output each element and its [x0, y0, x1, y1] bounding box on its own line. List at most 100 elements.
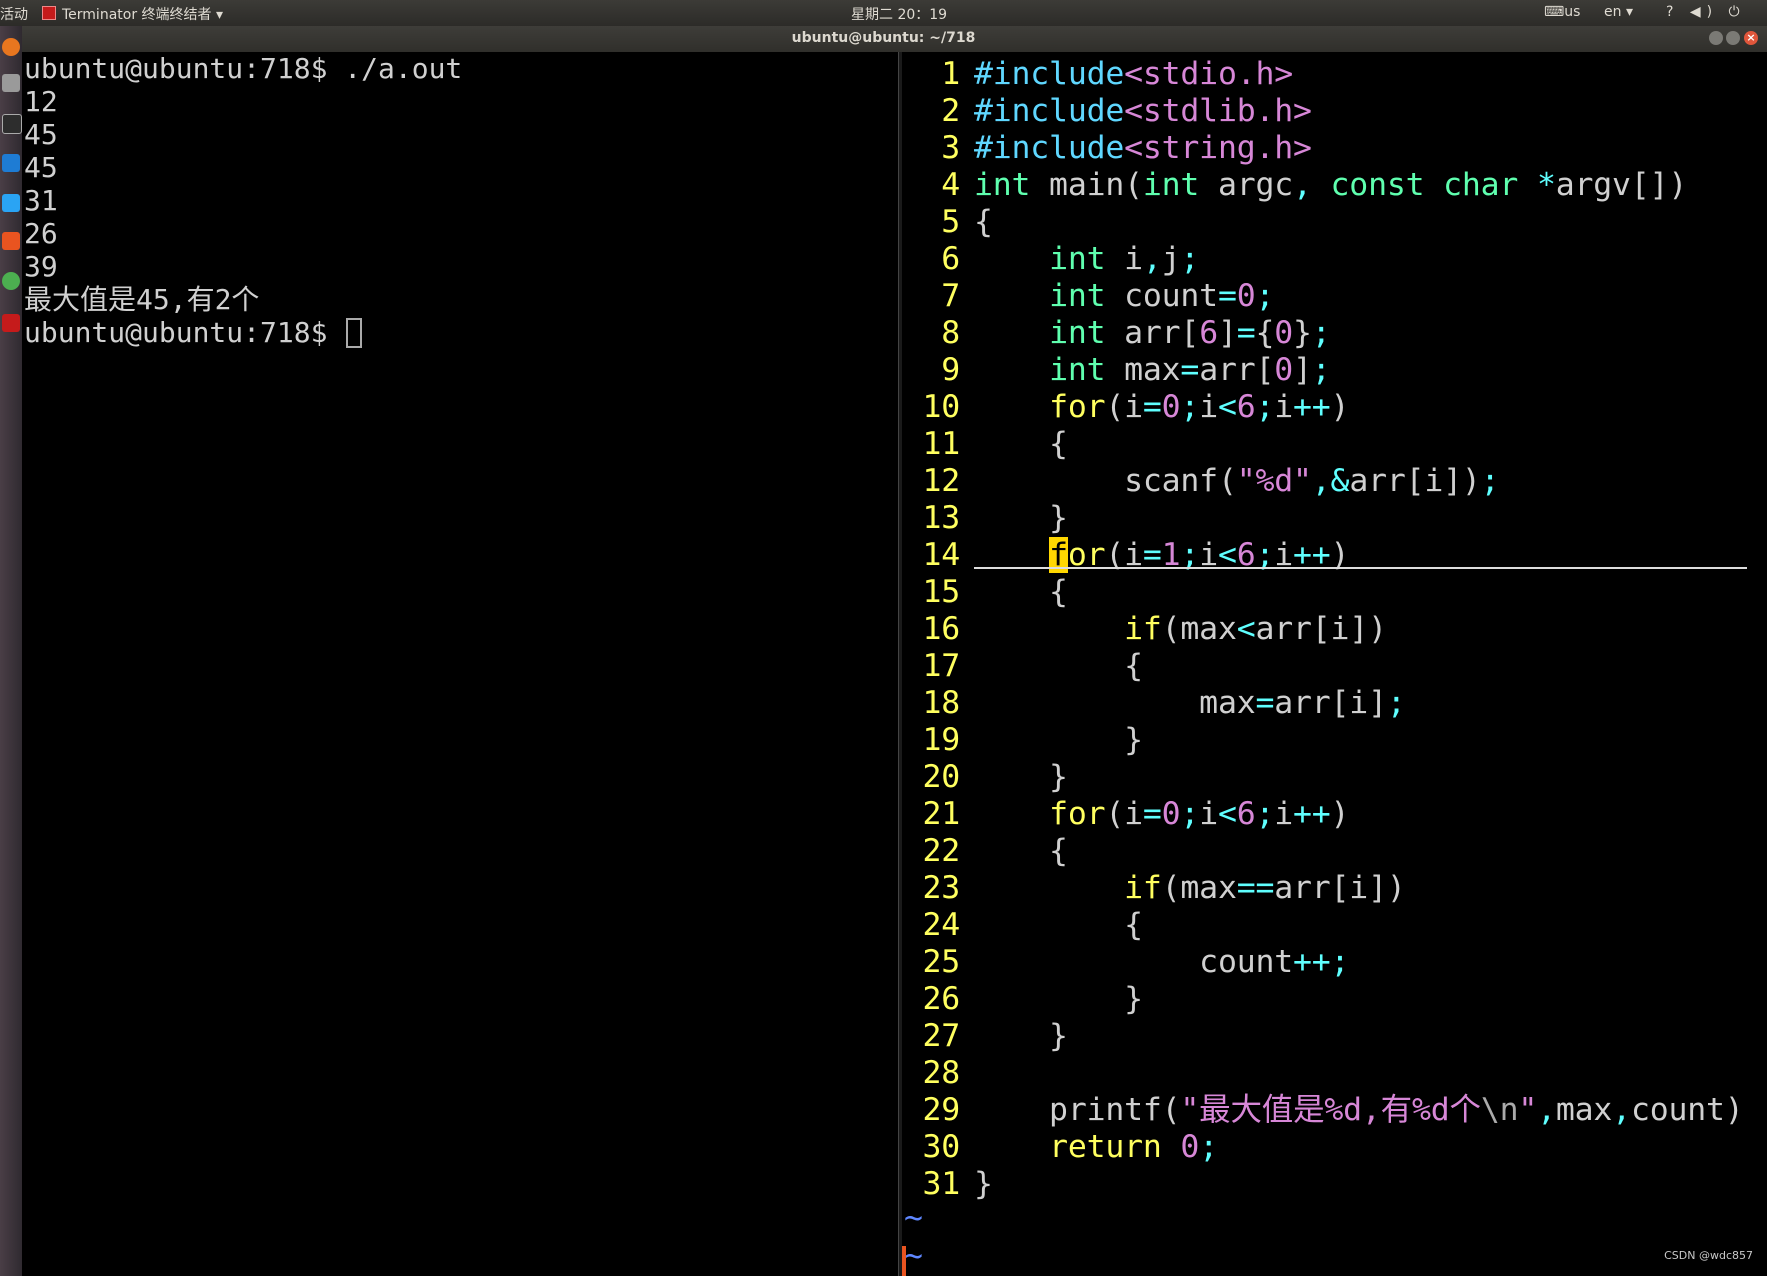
terminal-line: 45: [24, 151, 58, 184]
line-number: 30: [922, 1129, 960, 1165]
code-text: }: [974, 981, 1143, 1017]
terminal-line: 26: [24, 217, 58, 250]
code-text: }: [974, 1166, 993, 1202]
code-line: 27 }: [902, 1018, 1767, 1055]
system-tray[interactable]: ? ◀) ⏻: [1666, 4, 1746, 20]
close-button[interactable]: ×: [1744, 31, 1758, 45]
terminal-line: 45: [24, 118, 58, 151]
line-number: 31: [922, 1166, 960, 1202]
empty-line-marker: ~: [904, 1200, 923, 1236]
line-number: 27: [922, 1018, 960, 1054]
code-text: int main(int argc, const char *argv[]): [974, 167, 1688, 203]
code-text: {: [974, 648, 1143, 684]
clock[interactable]: 星期二 20：19: [851, 4, 947, 24]
line-number: 12: [922, 463, 960, 499]
terminal-line: ubuntu@ubuntu:718$ ./a.out: [24, 52, 463, 85]
code-text: int max=arr[0];: [1049, 352, 1331, 388]
code-line: 18 max=arr[i];: [902, 685, 1767, 722]
code-text: }: [974, 759, 1068, 795]
code-line: 20 }: [902, 759, 1767, 796]
minimize-button[interactable]: [1709, 31, 1723, 45]
activities-button[interactable]: 活动: [0, 4, 28, 24]
code-line: 13 }: [902, 500, 1767, 537]
code-text: int arr[6]={0};: [1049, 315, 1331, 351]
code-text: for(i=0;i<6;i++): [1049, 389, 1350, 425]
terminal-pane[interactable]: ubuntu@ubuntu:718$ ./a.out 12 45 45 31 2…: [22, 52, 898, 1276]
terminal-line: 31: [24, 184, 58, 217]
code-line: 30 return 0;: [902, 1129, 1767, 1166]
code-line: 4 int main(int argc, const char *argv[]): [902, 167, 1767, 204]
terminal-icon[interactable]: [2, 114, 22, 134]
terminal-cursor: [346, 318, 363, 348]
window-titlebar[interactable]: ubuntu@ubuntu: ~/718 ×: [0, 26, 1767, 52]
line-number: 18: [922, 685, 960, 721]
line-number: 1: [941, 56, 960, 92]
line-number: 6: [941, 241, 960, 277]
qq-icon[interactable]: [2, 194, 20, 212]
settings-icon[interactable]: [2, 272, 20, 290]
line-number: 17: [922, 648, 960, 684]
code-line: 1 #include<stdio.h>: [902, 56, 1767, 93]
line-number: 2: [941, 93, 960, 129]
code-text: {: [974, 833, 1068, 869]
line-number: 24: [922, 907, 960, 943]
code-line: 24 {: [902, 907, 1767, 944]
keyboard-indicator[interactable]: ⌨us: [1544, 4, 1580, 20]
line-number: 3: [941, 130, 960, 166]
code-line: 12 scanf("%d",&arr[i]);: [902, 463, 1767, 500]
code-text: if(max<arr[i]): [1124, 611, 1387, 647]
code-line: 31}: [902, 1166, 1767, 1203]
code-text: {: [974, 574, 1068, 610]
code-text: if(max==arr[i]): [1124, 870, 1406, 906]
code-line: 16 if(max<arr[i]): [902, 611, 1767, 648]
code-text: }: [974, 722, 1143, 758]
line-number: 16: [922, 611, 960, 647]
watermark: CSDN @wdc857: [1664, 1249, 1753, 1262]
code-line: 22 {: [902, 833, 1767, 870]
terminal-prompt-line[interactable]: ubuntu@ubuntu:718$: [22, 316, 898, 349]
code-text: printf("最大值是%d,有%d个\n",max,count): [974, 1092, 1744, 1128]
code-line: 11 {: [902, 426, 1767, 463]
line-number: 29: [922, 1092, 960, 1128]
line-number: 13: [922, 500, 960, 536]
line-number: 26: [922, 981, 960, 1017]
code-line: 28: [902, 1055, 1767, 1092]
line-number: 4: [941, 167, 960, 203]
code-text: count++;: [974, 944, 1350, 980]
terminal-line: 39: [24, 250, 58, 283]
code-line: 2 #include<stdlib.h>: [902, 93, 1767, 130]
vim-editor-pane[interactable]: 1 #include<stdio.h> 2 #include<stdlib.h> 3…: [902, 52, 1767, 1276]
terminal-line: 最大值是45,有2个: [24, 283, 260, 316]
line-number: 14: [922, 537, 960, 573]
code-text: }: [974, 1018, 1068, 1054]
files-icon[interactable]: [2, 74, 20, 92]
code-text: max=arr[i];: [974, 685, 1406, 721]
code-line: 5{: [902, 204, 1767, 241]
line-number: 15: [922, 574, 960, 610]
code-line: 17 {: [902, 648, 1767, 685]
code-text: #include<string.h>: [974, 130, 1312, 166]
code-text: {: [974, 907, 1143, 943]
code-line: 23 if(max==arr[i]): [902, 870, 1767, 907]
code-text: {: [974, 426, 1068, 462]
app-menu[interactable]: Terminator 终端终结者 ▾: [42, 4, 223, 24]
line-number: 10: [922, 389, 960, 425]
code-text: int count=0;: [1049, 278, 1275, 314]
line-number: 20: [922, 759, 960, 795]
code-text: {: [974, 204, 993, 240]
line-number: 11: [922, 426, 960, 462]
line-number: 8: [941, 315, 960, 351]
code-text: }: [974, 500, 1068, 536]
line-number: 5: [941, 204, 960, 240]
firefox-icon[interactable]: [2, 38, 20, 56]
maximize-button[interactable]: [1726, 31, 1740, 45]
terminator-launcher-icon[interactable]: [2, 314, 20, 332]
language-indicator[interactable]: en ▾: [1604, 4, 1633, 20]
app-menu-label: Terminator 终端终结者: [62, 7, 212, 23]
vscode-icon[interactable]: [2, 154, 20, 172]
software-center-icon[interactable]: [2, 232, 20, 250]
code-text: for(i=0;i<6;i++): [1049, 796, 1350, 832]
code-line: 15 {: [902, 574, 1767, 611]
line-number: 9: [941, 352, 960, 388]
code-line: 25 count++;: [902, 944, 1767, 981]
